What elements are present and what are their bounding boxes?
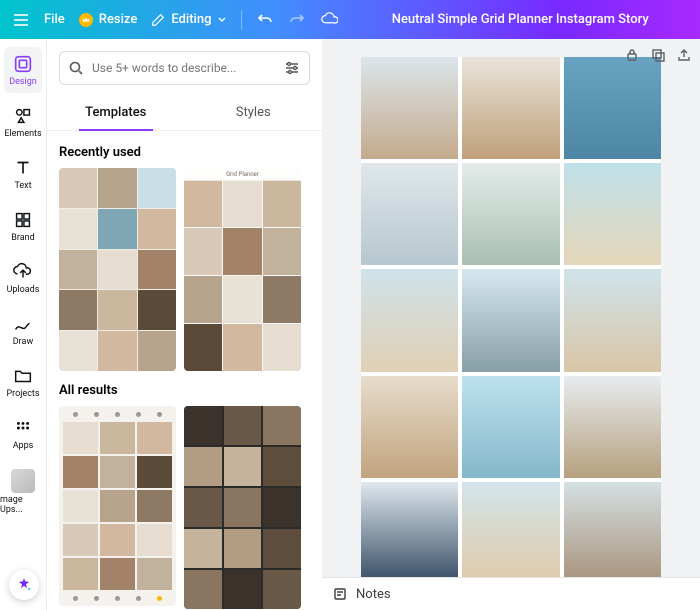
notes-button[interactable]: Notes bbox=[356, 587, 391, 602]
panel-scroll[interactable]: Recently used Grid Planner bbox=[47, 131, 322, 610]
undo-button[interactable] bbox=[256, 11, 274, 29]
document-title[interactable]: Neutral Simple Grid Planner Instagram St… bbox=[352, 12, 688, 27]
thumb-title: Grid Planner bbox=[184, 168, 301, 181]
rail-item-image-upscale[interactable]: mage Ups... bbox=[0, 463, 46, 521]
copy-icon[interactable] bbox=[650, 47, 666, 63]
lock-icon[interactable] bbox=[624, 47, 640, 63]
rail-label: Apps bbox=[13, 441, 34, 451]
grid-photo[interactable] bbox=[564, 269, 661, 371]
panel-tabs: Templates Styles bbox=[47, 97, 322, 131]
section-heading-recent: Recently used bbox=[59, 145, 310, 160]
canvas-share-tools bbox=[624, 47, 692, 63]
template-thumb[interactable] bbox=[59, 406, 176, 606]
grid-photo[interactable] bbox=[564, 376, 661, 478]
grid-photo[interactable] bbox=[462, 376, 559, 478]
template-thumb[interactable] bbox=[184, 406, 301, 609]
grid-photo[interactable] bbox=[462, 269, 559, 371]
rail-item-uploads[interactable]: Uploads bbox=[0, 255, 46, 301]
template-thumb[interactable]: Grid Planner bbox=[184, 168, 301, 371]
file-menu[interactable]: File bbox=[44, 12, 65, 27]
design-icon bbox=[12, 53, 34, 75]
rail-label: mage Ups... bbox=[0, 495, 46, 515]
grid-photo[interactable] bbox=[462, 163, 559, 265]
app-thumbnail bbox=[11, 469, 35, 493]
redo-button[interactable] bbox=[288, 11, 306, 29]
uploads-icon bbox=[12, 261, 34, 283]
rail-item-design[interactable]: Design bbox=[4, 47, 42, 93]
hamburger-icon[interactable] bbox=[12, 11, 30, 29]
section-heading-all: All results bbox=[59, 383, 310, 398]
rail-item-apps[interactable]: Apps bbox=[0, 411, 46, 457]
filter-icon[interactable] bbox=[283, 59, 301, 77]
rail-item-text[interactable]: Text bbox=[0, 151, 46, 197]
search-input[interactable] bbox=[92, 61, 275, 75]
draw-icon bbox=[12, 313, 34, 335]
notes-icon[interactable] bbox=[332, 586, 348, 602]
rail-label: Brand bbox=[11, 233, 34, 243]
top-bar: File Resize Editing Neutral Simple Grid … bbox=[0, 0, 700, 39]
left-rail: Design Elements Text Brand Uploads Draw … bbox=[0, 39, 47, 610]
tab-styles[interactable]: Styles bbox=[185, 97, 323, 130]
divider bbox=[241, 10, 242, 30]
elements-icon bbox=[12, 105, 34, 127]
rail-label: Text bbox=[14, 181, 31, 191]
grid-photo[interactable] bbox=[361, 163, 458, 265]
rail-item-projects[interactable]: Projects bbox=[0, 359, 46, 405]
resize-label: Resize bbox=[99, 12, 138, 27]
grid-photo[interactable] bbox=[462, 57, 559, 159]
rail-label: Design bbox=[9, 77, 37, 87]
rail-label: Projects bbox=[7, 389, 40, 399]
artboard[interactable] bbox=[361, 57, 661, 577]
grid-photo[interactable] bbox=[361, 269, 458, 371]
apps-icon bbox=[12, 417, 34, 439]
canvas-area: Notes bbox=[322, 39, 700, 610]
rail-label: Elements bbox=[4, 129, 41, 139]
resize-button[interactable]: Resize bbox=[79, 12, 138, 27]
grid-photo[interactable] bbox=[564, 482, 661, 577]
canvas-scroll[interactable] bbox=[322, 39, 700, 577]
chevron-down-icon bbox=[217, 15, 227, 25]
bottom-bar: Notes bbox=[322, 577, 700, 610]
rail-item-brand[interactable]: Brand bbox=[0, 203, 46, 249]
rail-label: Uploads bbox=[7, 285, 40, 295]
grid-photo[interactable] bbox=[361, 376, 458, 478]
projects-icon bbox=[12, 365, 34, 387]
rail-label: Draw bbox=[13, 337, 33, 347]
text-icon bbox=[12, 157, 34, 179]
sparkle-icon bbox=[16, 577, 32, 593]
side-panel: Templates Styles Recently used Grid Plan… bbox=[47, 39, 322, 610]
grid-photo[interactable] bbox=[564, 163, 661, 265]
search-icon bbox=[68, 60, 84, 76]
tab-templates[interactable]: Templates bbox=[47, 97, 185, 130]
main-area: Design Elements Text Brand Uploads Draw … bbox=[0, 39, 700, 610]
grid-photo[interactable] bbox=[564, 57, 661, 159]
editing-label: Editing bbox=[171, 12, 211, 27]
brand-icon bbox=[12, 209, 34, 231]
editing-button[interactable]: Editing bbox=[151, 12, 227, 27]
rail-item-elements[interactable]: Elements bbox=[0, 99, 46, 145]
rail-item-draw[interactable]: Draw bbox=[0, 307, 46, 353]
share-icon[interactable] bbox=[676, 47, 692, 63]
cloud-sync-icon[interactable] bbox=[320, 11, 338, 29]
crown-icon bbox=[79, 13, 93, 27]
grid-photo[interactable] bbox=[361, 57, 458, 159]
search-field[interactable] bbox=[59, 51, 310, 85]
template-thumb[interactable] bbox=[59, 168, 176, 371]
magic-fab-button[interactable] bbox=[9, 570, 39, 600]
grid-photo[interactable] bbox=[462, 482, 559, 577]
pencil-icon bbox=[151, 13, 165, 27]
grid-photo[interactable] bbox=[361, 482, 458, 577]
